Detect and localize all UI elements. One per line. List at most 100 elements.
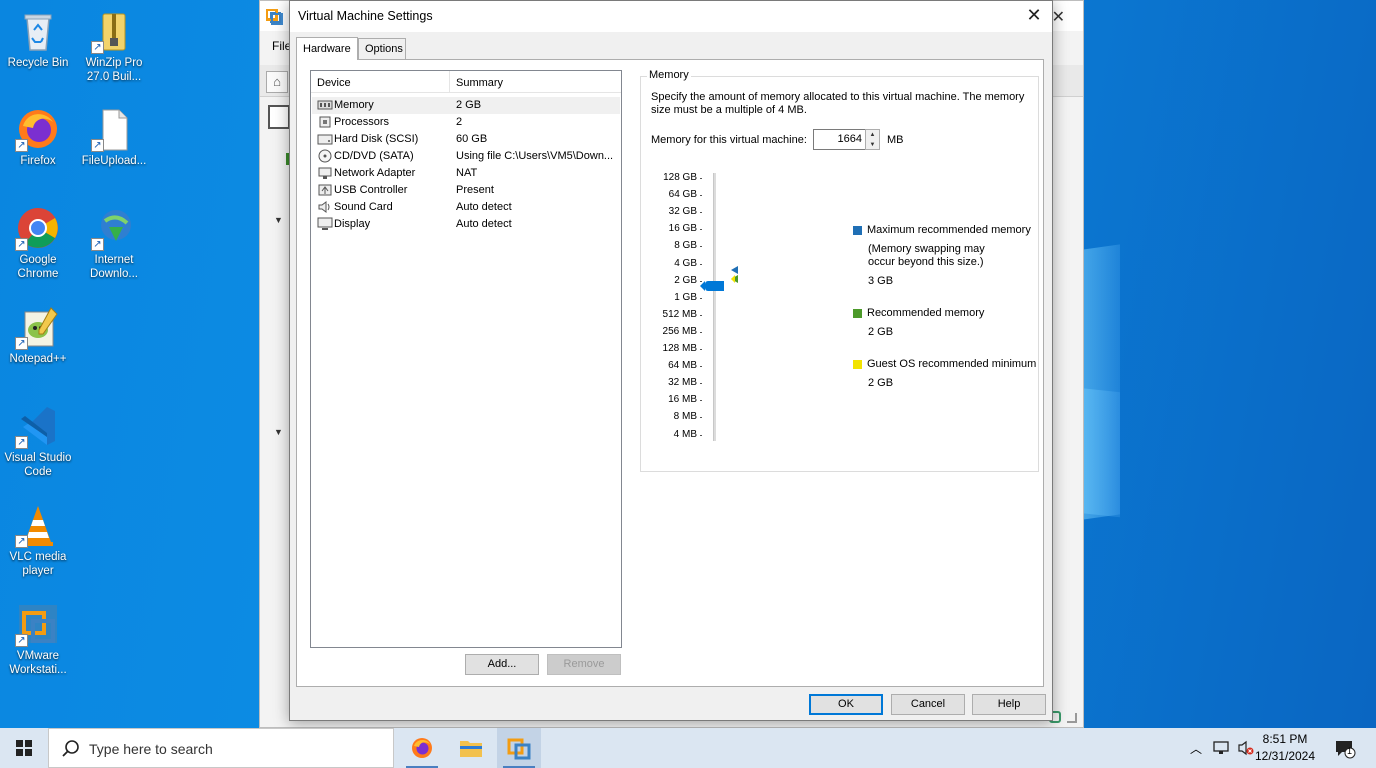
guest-min-marker-icon xyxy=(731,275,735,283)
expand-triangle-icon[interactable]: ▼ xyxy=(274,215,283,225)
resize-grip-icon[interactable] xyxy=(1067,713,1077,723)
desktop-icon-recycle-bin[interactable]: Recycle Bin xyxy=(0,8,76,70)
device-name: CD/DVD (SATA) xyxy=(334,150,414,162)
remove-device-button[interactable]: Remove xyxy=(547,654,621,675)
desktop-icon-firefox[interactable]: ↗ Firefox xyxy=(0,106,76,168)
memory-scale-label: 4 MB xyxy=(673,429,697,440)
dialog-title: Virtual Machine Settings xyxy=(298,9,433,23)
dialog-close-button[interactable]: ✕ xyxy=(1022,5,1046,27)
vmware-icon: ↗ xyxy=(15,601,61,647)
expand-triangle-icon[interactable]: ▼ xyxy=(274,427,283,437)
taskbar-app-vmware[interactable] xyxy=(497,728,541,768)
legend-guest-min-label: Guest OS recommended minimum xyxy=(867,358,1037,370)
desktop-icon-chrome[interactable]: ↗ Google Chrome xyxy=(0,205,76,281)
tab-options[interactable]: Options xyxy=(358,38,406,60)
notification-count: 1 xyxy=(1347,746,1353,756)
clock-date: 12/31/2024 xyxy=(1254,749,1316,763)
device-row-display[interactable]: Display Auto detect xyxy=(312,216,620,233)
taskbar-app-file-explorer[interactable] xyxy=(449,728,493,768)
legend-guest-min-value: 2 GB xyxy=(868,377,894,389)
ok-button[interactable]: OK xyxy=(809,694,883,715)
device-name: Processors xyxy=(334,116,390,128)
desktop-icon-label: VMware Workstati... xyxy=(9,650,67,676)
device-summary: 60 GB xyxy=(456,133,488,145)
max-recommended-marker-icon xyxy=(731,266,738,274)
library-view-icon[interactable] xyxy=(268,105,290,129)
device-row-processors[interactable]: Processors 2 xyxy=(312,114,620,131)
desktop-icon-vscode[interactable]: ↗ Visual Studio Code xyxy=(0,403,76,479)
device-summary: 2 GB xyxy=(456,99,482,111)
column-header-device[interactable]: Device xyxy=(317,77,351,89)
device-row-usb-controller[interactable]: USB Controller Present xyxy=(312,182,620,199)
device-row-sound-card[interactable]: Sound Card Auto detect xyxy=(312,199,620,216)
column-divider[interactable] xyxy=(449,71,450,93)
device-name: Hard Disk (SCSI) xyxy=(334,133,419,145)
memory-spinner[interactable]: ▲ ▼ xyxy=(865,129,880,150)
shortcut-arrow-icon: ↗ xyxy=(15,436,28,449)
device-row-memory[interactable]: Memory 2 GB xyxy=(312,97,620,114)
processor-icon xyxy=(317,115,333,129)
shortcut-arrow-icon: ↗ xyxy=(91,238,104,251)
desktop-icon-label: WinZip Pro 27.0 Buil... xyxy=(85,57,143,83)
legend-swatch-max xyxy=(853,226,862,235)
taskbar-search-box[interactable]: Type here to search xyxy=(48,728,394,768)
vscode-icon: ↗ xyxy=(15,403,61,449)
desktop-icon-vlc[interactable]: ↗ VLC media player xyxy=(0,502,76,578)
spin-down-icon[interactable]: ▼ xyxy=(866,140,879,150)
legend-swatch-guest-min xyxy=(853,360,862,369)
clock-time: 8:51 PM xyxy=(1262,732,1308,746)
taskbar-clock[interactable]: 8:51 PM 12/31/2024 xyxy=(1250,731,1320,765)
firefox-icon xyxy=(410,736,434,763)
device-summary: Using file C:\Users\VM5\Down... xyxy=(456,150,614,162)
network-icon[interactable] xyxy=(1212,740,1232,768)
help-button[interactable]: Help xyxy=(972,694,1046,715)
device-list[interactable]: Device Summary Memory 2 GB Processors 2 … xyxy=(310,70,622,648)
memory-scale-tick xyxy=(700,229,702,230)
desktop-icon-winzip[interactable]: ↗ WinZip Pro 27.0 Buil... xyxy=(76,8,152,84)
start-button[interactable] xyxy=(0,728,48,768)
memory-scale-label: 32 MB xyxy=(668,377,697,388)
add-device-button[interactable]: Add... xyxy=(465,654,539,675)
desktop-icon-vmware[interactable]: ↗ VMware Workstati... xyxy=(0,601,76,677)
speaker-icon xyxy=(317,200,333,214)
cancel-button[interactable]: Cancel xyxy=(891,694,965,715)
vlc-icon: ↗ xyxy=(15,502,61,548)
shortcut-arrow-icon: ↗ xyxy=(15,238,28,251)
device-summary: 2 xyxy=(456,116,463,128)
window-close-button[interactable]: ✕ xyxy=(1052,7,1065,27)
memory-scale-label: 16 MB xyxy=(668,394,697,405)
device-row-network-adapter[interactable]: Network Adapter NAT xyxy=(312,165,620,182)
shortcut-arrow-icon: ↗ xyxy=(91,139,104,152)
shortcut-arrow-icon: ↗ xyxy=(91,41,104,54)
device-row-hard-disk[interactable]: Hard Disk (SCSI) 60 GB xyxy=(312,131,620,148)
memory-slider-thumb[interactable] xyxy=(700,281,724,291)
chrome-icon: ↗ xyxy=(15,205,61,251)
memory-scale-tick xyxy=(700,366,702,367)
desktop-icon-notepad-plus-plus[interactable]: ↗ Notepad++ xyxy=(0,304,76,366)
memory-scale-label: 128 MB xyxy=(662,343,697,354)
memory-scale-label: 512 MB xyxy=(662,309,697,320)
device-name: USB Controller xyxy=(334,184,408,196)
memory-slider-track[interactable] xyxy=(713,173,716,441)
monitor-icon xyxy=(317,217,333,231)
tab-hardware[interactable]: Hardware xyxy=(296,37,358,60)
device-row-cd-dvd[interactable]: CD/DVD (SATA) Using file C:\Users\VM5\Do… xyxy=(312,148,620,165)
memory-scale-label: 128 GB xyxy=(663,172,697,183)
search-placeholder: Type here to search xyxy=(89,741,213,757)
device-name: Sound Card xyxy=(334,201,393,213)
desktop-icon-fileupload[interactable]: ↗ FileUpload... xyxy=(76,106,152,168)
show-hidden-icons-chevron-icon[interactable]: ︿ xyxy=(1190,740,1202,768)
memory-scale-tick xyxy=(700,332,702,333)
desktop-icon-label: VLC media player xyxy=(9,551,67,577)
taskbar-app-firefox[interactable] xyxy=(400,728,444,768)
memory-scale-tick xyxy=(700,383,702,384)
hardware-tab-panel: Device Summary Memory 2 GB Processors 2 … xyxy=(296,59,1044,687)
memory-size-input[interactable]: 1664 xyxy=(813,129,869,150)
home-icon[interactable]: ⌂ xyxy=(266,71,288,93)
memory-group-label: Memory xyxy=(647,69,691,81)
column-header-summary[interactable]: Summary xyxy=(456,77,503,89)
notifications-icon[interactable]: 1 xyxy=(1334,739,1356,768)
desktop-icon-internet-download-manager[interactable]: ↗ Internet Downlo... xyxy=(76,205,152,281)
memory-field-label: Memory for this virtual machine: xyxy=(651,134,807,146)
spin-up-icon[interactable]: ▲ xyxy=(866,130,879,140)
